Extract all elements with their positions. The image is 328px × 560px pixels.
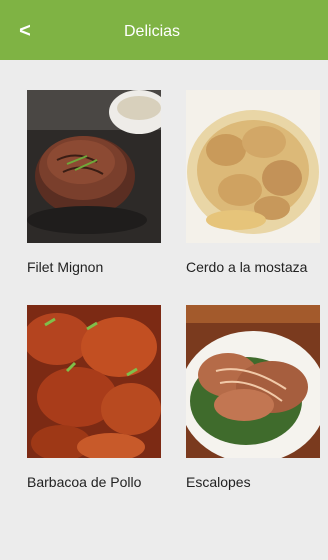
recipe-card-cerdo-mostaza[interactable]: Cerdo a la mostaza <box>186 90 320 275</box>
back-chevron-icon: < <box>19 20 31 42</box>
recipe-name: Escalopes <box>186 474 251 490</box>
barbacoa-pollo-photo <box>27 305 161 458</box>
recipe-name: Barbacoa de Pollo <box>27 474 142 490</box>
app-header: < Delicias <box>0 0 328 60</box>
recipe-card-barbacoa-pollo[interactable]: Barbacoa de Pollo <box>27 305 161 490</box>
page-title: Delicias <box>124 23 181 40</box>
recipe-card-escalopes[interactable]: Escalopes <box>186 305 320 490</box>
filet-mignon-photo <box>27 90 161 243</box>
recipe-name: Filet Mignon <box>27 259 104 275</box>
escalopes-photo <box>186 305 320 458</box>
cerdo-mostaza-photo <box>186 90 320 243</box>
recipe-name: Cerdo a la mostaza <box>186 259 308 275</box>
back-button[interactable]: < <box>10 14 40 48</box>
recipe-card-filet-mignon[interactable]: Filet Mignon <box>27 90 161 275</box>
